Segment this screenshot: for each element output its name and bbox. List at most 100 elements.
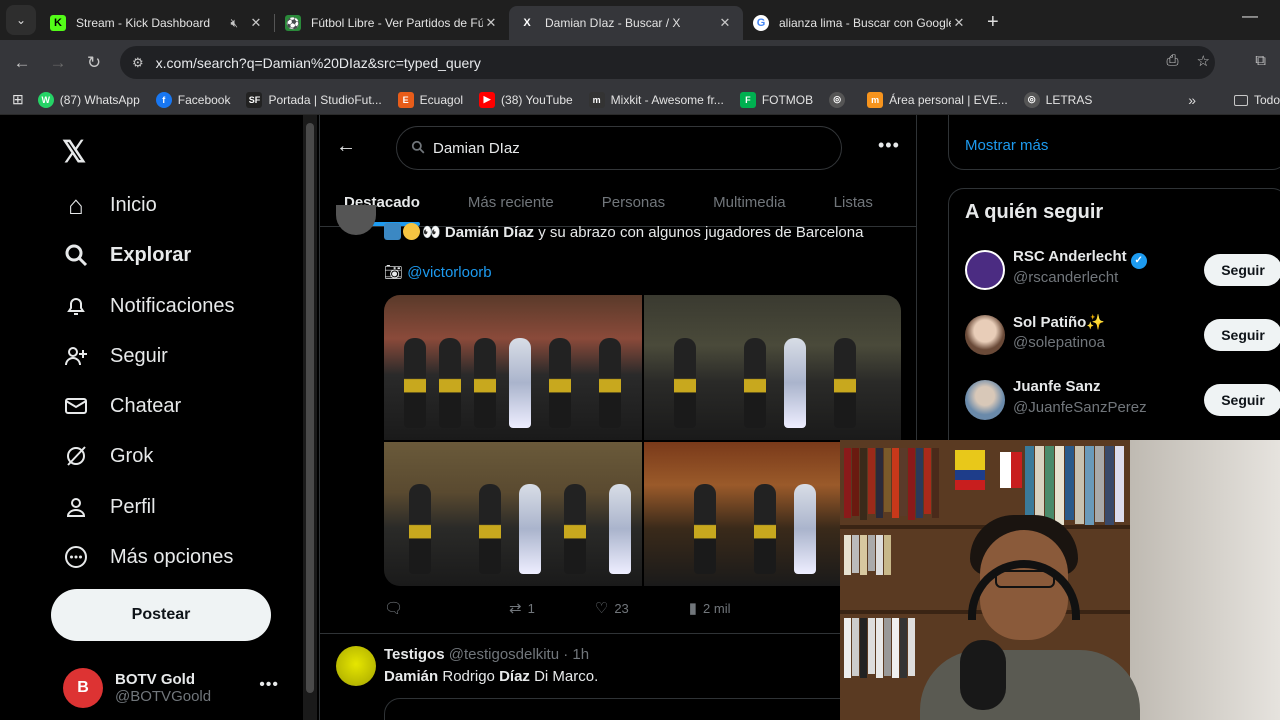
new-tab-plus-icon[interactable]: + bbox=[987, 11, 999, 34]
follow-suggestion[interactable]: Sol Patiño✨ @solepatinoa Seguir bbox=[965, 313, 1280, 357]
nav-mas-opciones[interactable]: Más opciones bbox=[62, 543, 233, 571]
player-figure bbox=[519, 484, 541, 574]
camera-emoji-icon: 📷︎ bbox=[384, 264, 408, 281]
close-tab-icon[interactable]: ✕ bbox=[483, 15, 499, 31]
browser-tab-futbol-libre[interactable]: ⚽ Fútbol Libre - Ver Partidos de Fútbol … bbox=[275, 6, 509, 40]
more-options-icon bbox=[62, 543, 90, 571]
globe-icon: ◎ bbox=[1023, 91, 1040, 108]
mention-link[interactable]: @victorloorb bbox=[407, 264, 491, 281]
browser-tab-x-search[interactable]: X Damian DIaz - Buscar / X ✕ bbox=[509, 6, 743, 40]
address-bar[interactable]: ⚙ x.com/search?q=Damian%20DIaz&src=typed… bbox=[120, 46, 1215, 79]
tab-mas-reciente[interactable]: Más reciente bbox=[444, 179, 578, 226]
tweet-media-grid[interactable] bbox=[384, 295, 901, 586]
follow-button[interactable]: Seguir bbox=[1204, 254, 1280, 286]
bookmark-star-icon[interactable]: ☆ bbox=[1197, 52, 1210, 70]
bookmark-mixkit[interactable]: m Mixkit - Awesome fr... bbox=[588, 91, 724, 108]
tweet-photo[interactable] bbox=[643, 295, 901, 440]
post-button[interactable]: Postear bbox=[51, 589, 271, 641]
player-figure bbox=[404, 337, 426, 428]
like-button[interactable]: ♡ 23 bbox=[595, 599, 629, 617]
tweet-photo[interactable] bbox=[384, 295, 642, 440]
nav-chatear[interactable]: Chatear bbox=[62, 392, 181, 420]
tab-listas[interactable]: Listas bbox=[810, 179, 897, 226]
browser-tab-kick[interactable]: K Stream - Kick Dashboard 🔇︎ ✕ bbox=[40, 6, 274, 40]
tweet-photo[interactable] bbox=[384, 441, 642, 586]
bookmark-ecuagol[interactable]: E Ecuagol bbox=[397, 91, 463, 108]
nav-inicio[interactable]: ⌂ Inicio bbox=[62, 190, 157, 220]
avatar[interactable] bbox=[336, 646, 376, 686]
back-arrow-icon[interactable]: ← bbox=[4, 53, 40, 73]
nav-perfil[interactable]: Perfil bbox=[62, 493, 156, 521]
follow-button[interactable]: Seguir bbox=[1204, 319, 1280, 351]
show-more-link[interactable]: Mostrar más bbox=[965, 137, 1048, 154]
account-more-icon[interactable]: ••• bbox=[259, 676, 279, 694]
page-scrollbar[interactable] bbox=[303, 115, 317, 720]
reload-icon[interactable]: ↻ bbox=[76, 53, 112, 73]
scrollbar-thumb[interactable] bbox=[306, 123, 314, 693]
nav-explorar[interactable]: Explorar bbox=[62, 241, 191, 269]
address-url[interactable]: x.com/search?q=Damian%20DIaz&src=typed_q… bbox=[156, 55, 481, 71]
bookmarks-folder[interactable]: Todo bbox=[1233, 93, 1280, 107]
x-logo-icon[interactable]: 𝕏 bbox=[62, 135, 86, 170]
apps-grid-icon[interactable]: ⊞ bbox=[12, 91, 24, 108]
reply-button[interactable]: 🗨︎ bbox=[384, 599, 409, 617]
tab-title: Stream - Kick Dashboard bbox=[76, 16, 211, 30]
tab-multimedia[interactable]: Multimedia bbox=[689, 179, 810, 226]
tweet-author-handle[interactable]: @testigosdelkitu bbox=[449, 646, 559, 663]
tab-personas[interactable]: Personas bbox=[578, 179, 689, 226]
bookmark-fotmob[interactable]: F FOTMOB bbox=[739, 91, 813, 108]
browser-tab-google[interactable]: G alianza lima - Buscar con Google ✕ bbox=[743, 6, 977, 40]
bookmark-area-personal[interactable]: m Área personal | EVE... bbox=[867, 91, 1008, 108]
account-switcher[interactable]: B BOTV Gold @BOTVGoold ••• bbox=[63, 668, 293, 708]
avatar[interactable] bbox=[965, 380, 1005, 420]
bookmark-youtube[interactable]: ▶ (38) YouTube bbox=[479, 91, 573, 108]
search-more-icon[interactable]: ••• bbox=[878, 135, 900, 156]
whatsapp-icon: W bbox=[37, 91, 54, 108]
close-tab-icon[interactable]: ✕ bbox=[951, 15, 967, 31]
tweet-avatar[interactable] bbox=[336, 205, 376, 235]
close-tab-icon[interactable]: ✕ bbox=[717, 15, 733, 31]
books-row bbox=[1025, 446, 1124, 526]
tweet-time[interactable]: · 1h bbox=[563, 646, 589, 663]
tab-search-button[interactable]: ⌄ bbox=[6, 5, 36, 35]
search-box[interactable] bbox=[396, 126, 842, 170]
player-figure bbox=[599, 337, 621, 428]
retweet-button[interactable]: ⇄ 1 bbox=[509, 599, 535, 617]
reply-icon: 🗨︎ bbox=[384, 600, 404, 617]
forward-arrow-icon[interactable]: → bbox=[40, 53, 76, 73]
bookmark-facebook[interactable]: f Facebook bbox=[155, 91, 230, 108]
left-sidebar: 𝕏 ⌂ Inicio Explorar Notificaciones Seguir… bbox=[0, 115, 305, 720]
ecuador-flag bbox=[955, 450, 985, 490]
tweet-mention-line: 📷︎ @victorloorb bbox=[384, 263, 492, 281]
streamer-body bbox=[920, 650, 1140, 720]
nav-notificaciones[interactable]: Notificaciones bbox=[62, 292, 235, 320]
soccer-ball-favicon-icon: ⚽ bbox=[285, 15, 301, 31]
nav-grok[interactable]: Grok bbox=[62, 442, 153, 470]
avatar[interactable] bbox=[965, 250, 1005, 290]
install-app-icon[interactable]: ⎙ bbox=[1167, 52, 1179, 70]
tweet-divider bbox=[320, 633, 917, 634]
close-tab-icon[interactable]: ✕ bbox=[248, 15, 264, 31]
tweet-media-card[interactable] bbox=[384, 698, 901, 720]
follow-suggestion[interactable]: Juanfe Sanz @JuanfeSanzPerez Seguir bbox=[965, 378, 1280, 422]
nav-seguir[interactable]: Seguir bbox=[62, 342, 168, 370]
views-button[interactable]: ▮ 2 mil bbox=[689, 599, 731, 617]
player-figure bbox=[673, 337, 696, 428]
bookmarks-overflow-icon[interactable]: » bbox=[1188, 92, 1196, 108]
back-arrow-icon[interactable]: ← bbox=[336, 135, 356, 158]
tweet-author-name[interactable]: Testigos bbox=[384, 646, 445, 663]
window-minimize-icon[interactable]: — bbox=[1242, 8, 1258, 26]
avatar[interactable] bbox=[965, 315, 1005, 355]
site-info-icon[interactable]: ⚙ bbox=[132, 55, 144, 71]
search-input[interactable] bbox=[433, 139, 813, 157]
bookmark-letras[interactable]: ◎ LETRAS bbox=[1023, 91, 1092, 108]
muted-speaker-icon[interactable]: 🔇︎ bbox=[230, 16, 238, 31]
tweet-text: 👀 Damián Díaz y su abrazo con algunos ju… bbox=[384, 223, 863, 241]
extensions-puzzle-icon[interactable]: ⧉ bbox=[1255, 52, 1266, 69]
follow-suggestion[interactable]: RSC Anderlecht ✓ @rscanderlecht Seguir bbox=[965, 248, 1280, 292]
bookmark-whatsapp[interactable]: W (87) WhatsApp bbox=[37, 91, 140, 108]
bookmark-globe[interactable]: ◎ bbox=[829, 91, 851, 108]
bookmark-studiofutbol[interactable]: SF Portada | StudioFut... bbox=[246, 91, 382, 108]
mail-icon bbox=[62, 392, 90, 420]
follow-button[interactable]: Seguir bbox=[1204, 384, 1280, 416]
